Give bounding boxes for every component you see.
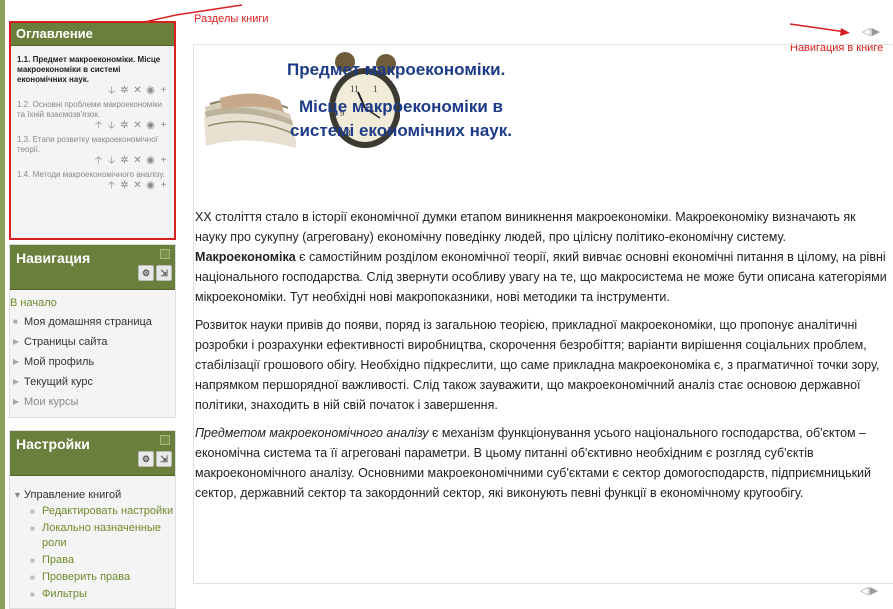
next-chapter-icon[interactable]: ▶ xyxy=(871,26,880,38)
bullet-icon: ■ xyxy=(30,590,35,599)
paragraph-2: Розвиток науки привів до появи, поряд із… xyxy=(195,318,880,412)
toc-item-actions: 🡡 🡣 ✲ ✕ ◉ + xyxy=(17,156,169,166)
expand-arrow-icon: ▶ xyxy=(13,397,20,406)
bullet-icon: ■ xyxy=(13,317,18,326)
settings-item-roles[interactable]: ■ Локально назначенные роли xyxy=(10,521,175,551)
settings-item-label: Фильтры xyxy=(42,588,87,600)
arrow-up-icon[interactable]: 🡡 xyxy=(93,121,104,131)
nav-item-my-courses[interactable]: ▶ Мои курсы xyxy=(10,392,175,412)
arrow-up-icon[interactable]: 🡡 xyxy=(93,156,104,166)
settings-item-label: Права xyxy=(42,554,74,566)
toc-item-1[interactable]: 1.1. Предмет макроекономіки. Місце макро… xyxy=(17,55,169,85)
paragraph-1: XX століття стало в історії економічної … xyxy=(195,207,889,307)
delete-icon[interactable]: ✕ xyxy=(132,181,143,191)
toc-item-3[interactable]: 1.3. Етапи розвитку макроекономічної тео… xyxy=(17,135,169,155)
settings-title: Настройки xyxy=(16,436,90,452)
page-left-border xyxy=(0,0,5,609)
settings-item-permissions[interactable]: ■ Права xyxy=(10,553,175,568)
toc-title: Оглавление xyxy=(11,23,174,46)
settings-header: Настройки ⚙ ⇲ xyxy=(10,431,175,476)
gear-icon[interactable]: ✲ xyxy=(119,181,130,191)
nav-item-home[interactable]: ■ Моя домашняя страница xyxy=(10,312,175,332)
expand-arrow-icon: ▶ xyxy=(13,337,20,346)
paragraph-text: XX століття стало в історії економічної … xyxy=(195,210,856,244)
nav-item-label: Мои курсы xyxy=(24,396,79,408)
nav-item-site-pages[interactable]: ▶ Страницы сайта xyxy=(10,332,175,352)
settings-group-label: Управление книгой xyxy=(24,489,122,501)
gear-icon[interactable]: ✲ xyxy=(119,156,130,166)
book-nav-bottom: ◁▶ xyxy=(860,584,879,597)
settings-group-book[interactable]: ▼ Управление книгой xyxy=(10,486,175,504)
settings-item-label: Локально назначенные роли xyxy=(42,522,161,549)
nav-item-label: Моя домашняя страница xyxy=(24,316,152,328)
term-bold: Макроекономіка xyxy=(195,250,296,264)
eye-icon[interactable]: ◉ xyxy=(145,121,156,131)
paragraph-text: є самостійним розділом економічної теорі… xyxy=(195,250,887,304)
add-icon[interactable]: + xyxy=(158,121,169,131)
settings-item-label: Редактировать настройки xyxy=(42,505,174,517)
toc-item-actions: 🡡 ✲ ✕ ◉ + xyxy=(17,181,169,191)
arrow-down-icon[interactable]: 🡣 xyxy=(106,86,117,96)
expand-arrow-icon: ▶ xyxy=(13,377,20,386)
nav-item-label: Мой профиль xyxy=(24,356,95,368)
term-italic: Предметом макроекономічного аналізу xyxy=(195,426,429,440)
settings-list: ▼ Управление книгой ■ Редактировать настро… xyxy=(10,476,175,602)
nav-item-label: Страницы сайта xyxy=(24,336,108,348)
toc-item-actions: 🡡 🡣 ✲ ✕ ◉ + xyxy=(17,121,169,131)
toc-list: 1.1. Предмет макроекономіки. Місце макро… xyxy=(11,46,174,191)
settings-item-filters[interactable]: ■ Фильтры xyxy=(10,587,175,602)
dock-icon[interactable] xyxy=(160,435,170,445)
nav-item-label: Текущий курс xyxy=(24,376,93,388)
move-icon[interactable]: ⇲ xyxy=(156,451,172,467)
settings-item-label: Проверить права xyxy=(42,571,131,583)
add-icon[interactable]: + xyxy=(158,86,169,96)
book-nav-top: ◁▶ xyxy=(862,25,881,38)
arrow-up-icon[interactable]: 🡡 xyxy=(106,181,117,191)
bullet-icon: ■ xyxy=(30,556,35,565)
nav-item-profile[interactable]: ▶ Мой профиль xyxy=(10,352,175,372)
navigation-header: Навигация ⚙ ⇲ xyxy=(10,245,175,290)
toc-item-4[interactable]: 1.4. Методи макроекономічного аналізу. xyxy=(17,170,169,180)
arrow-down-icon[interactable]: 🡣 xyxy=(106,121,117,131)
svg-text:1: 1 xyxy=(373,84,378,94)
chapter-body: XX століття стало в історії економічної … xyxy=(195,207,889,511)
nav-start-link[interactable]: В начало xyxy=(10,297,175,309)
delete-icon[interactable]: ✕ xyxy=(132,86,143,96)
expand-arrow-icon: ▶ xyxy=(13,357,20,366)
gear-icon[interactable]: ✲ xyxy=(119,86,130,96)
eye-icon[interactable]: ◉ xyxy=(145,86,156,96)
paragraph-3: Предметом макроекономічного аналізу є ме… xyxy=(195,423,889,503)
eye-icon[interactable]: ◉ xyxy=(145,156,156,166)
delete-icon[interactable]: ✕ xyxy=(132,156,143,166)
delete-icon[interactable]: ✕ xyxy=(132,121,143,131)
nav-item-current-course[interactable]: ▶ Текущий курс xyxy=(10,372,175,392)
annotation-book-sections: Разделы книги xyxy=(194,13,269,25)
expanded-arrow-icon: ▼ xyxy=(13,490,22,500)
arrow-down-icon[interactable]: 🡣 xyxy=(106,156,117,166)
toc-item-actions: 🡣 ✲ ✕ ◉ + xyxy=(17,86,169,96)
toc-block: Оглавление 1.1. Предмет макроекономіки. … xyxy=(9,21,176,240)
add-icon[interactable]: + xyxy=(158,181,169,191)
settings-icon[interactable]: ⚙ xyxy=(138,265,154,281)
gear-icon[interactable]: ✲ xyxy=(119,121,130,131)
navigation-title: Навигация xyxy=(16,250,91,266)
bullet-icon: ■ xyxy=(30,573,35,582)
chapter-title-line1: Предмет макроекономіки. xyxy=(287,60,506,79)
add-icon[interactable]: + xyxy=(158,156,169,166)
bullet-icon: ■ xyxy=(30,524,35,533)
eye-icon[interactable]: ◉ xyxy=(145,181,156,191)
settings-icon[interactable]: ⚙ xyxy=(138,451,154,467)
nav-list: ■ Моя домашняя страница ▶ Страницы сайта ▶… xyxy=(10,312,175,412)
bullet-icon: ■ xyxy=(30,507,35,516)
settings-block: Настройки ⚙ ⇲ ▼ Управление книгой ■ Редакт… xyxy=(9,430,176,609)
next-chapter-icon[interactable]: ▶ xyxy=(869,585,878,597)
settings-item-check-permissions[interactable]: ■ Проверить права xyxy=(10,570,175,585)
chapter-title-line2: Місце макроекономіки в системі економічн… xyxy=(290,97,512,140)
move-icon[interactable]: ⇲ xyxy=(156,265,172,281)
dock-icon[interactable] xyxy=(160,249,170,259)
toc-item-2[interactable]: 1.2. Основні проблеми макроекономіки та … xyxy=(17,100,169,120)
settings-item-edit[interactable]: ■ Редактировать настройки xyxy=(10,504,175,519)
navigation-block: Навигация ⚙ ⇲ В начало ■ Моя домашняя стр… xyxy=(9,244,176,418)
